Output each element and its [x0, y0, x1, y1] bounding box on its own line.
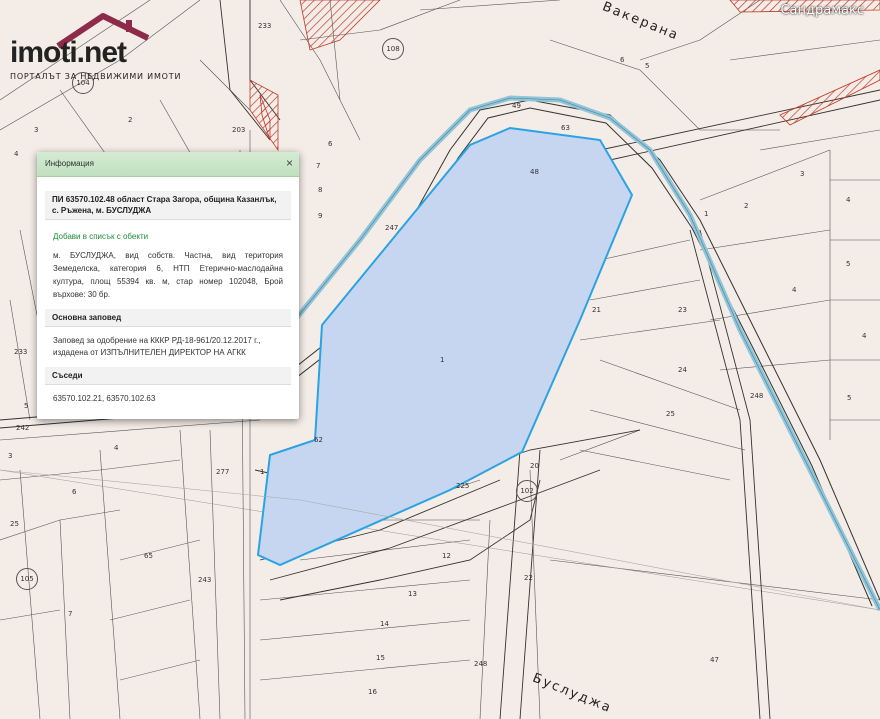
parcel-label: 4 — [14, 150, 19, 158]
close-icon[interactable]: × — [286, 156, 293, 170]
parcel-label: 225 — [456, 482, 470, 490]
parcel-label: 247 — [385, 224, 399, 232]
parcel-description: м. БУСЛУДЖА, вид собств. Частна, вид тер… — [53, 251, 283, 299]
parcel-label: 22 — [524, 574, 533, 582]
parcel-label: 6 — [72, 488, 77, 496]
circled-label: 102 — [516, 480, 538, 502]
parcel-label: 233 — [258, 22, 272, 30]
parcel-label: 62 — [314, 436, 323, 444]
parcel-label: 248 — [750, 392, 764, 400]
parcel-label: 7 — [68, 610, 73, 618]
watermark: Сандрамакс — [780, 3, 864, 18]
info-panel-title: Информация — [45, 159, 94, 168]
parcel-label: 3 — [8, 452, 13, 460]
parcel-label: 233 — [14, 348, 28, 356]
circled-label: 108 — [382, 38, 404, 60]
parcel-label: 5 — [846, 260, 851, 268]
parcel-title: ПИ 63570.102.48 област Стара Загора, общ… — [45, 191, 291, 220]
parcel-label: 3 — [800, 170, 805, 178]
info-panel-body: ПИ 63570.102.48 област Стара Загора, общ… — [37, 177, 299, 405]
parcel-label: 4 — [114, 444, 119, 452]
parcel-label: 9 — [318, 212, 323, 220]
parcel-label: 242 — [16, 424, 30, 432]
parcel-label: 4 — [862, 332, 867, 340]
parcel-label: 5 — [645, 62, 650, 70]
parcel-label: 277 — [216, 468, 230, 476]
parcel-label: 5 — [24, 402, 29, 410]
parcel-label: 4 — [846, 196, 851, 204]
circled-label: 105 — [16, 568, 38, 590]
parcel-label: 2 — [744, 202, 749, 210]
parcel-label: 6 — [620, 56, 625, 64]
parcel-label: 14 — [380, 620, 389, 628]
parcel-label: 21 — [592, 306, 601, 314]
add-to-list-link[interactable]: Добави в списък с обекти — [53, 232, 291, 241]
parcel-label: 25 — [10, 520, 19, 528]
parcel-label: 8 — [318, 186, 323, 194]
parcel-label: 48 — [530, 168, 539, 176]
parcel-label: 24 — [678, 366, 687, 374]
parcel-label: 248 — [474, 660, 488, 668]
info-panel: Информация × ПИ 63570.102.48 област Стар… — [37, 152, 299, 419]
parcel-label: 7 — [316, 162, 321, 170]
parcel-label: 23 — [678, 306, 687, 314]
parcel-label: 1 — [440, 356, 445, 364]
parcel-label: 5 — [847, 394, 852, 402]
parcel-label: 6 — [328, 140, 333, 148]
parcel-label: 3 — [34, 126, 39, 134]
parcel-label: 2 — [128, 116, 133, 124]
logo-wordmark: imoti.net — [10, 36, 127, 69]
parcel-label: 243 — [198, 576, 212, 584]
parcel-label: 20 — [530, 462, 539, 470]
parcel-label: 25 — [666, 410, 675, 418]
neighbors-heading: Съседи — [45, 367, 291, 385]
parcel-label: 16 — [368, 688, 377, 696]
parcel-label: 1 — [260, 468, 265, 476]
imoti-logo[interactable]: imoti.net ПОРТАЛЪТ ЗА НЕДВИЖИМИ ИМОТИ — [8, 10, 180, 85]
order-heading: Основна заповед — [45, 309, 291, 327]
parcel-label: 47 — [710, 656, 719, 664]
parcel-label: 65 — [144, 552, 153, 560]
parcel-label: 1 — [704, 210, 709, 218]
order-text: Заповед за одобрение на КККР РД-18-961/2… — [53, 336, 261, 357]
logo-tagline: ПОРТАЛЪТ ЗА НЕДВИЖИМИ ИМОТИ — [10, 72, 182, 81]
parcel-label: 4 — [792, 286, 797, 294]
parcel-label: 203 — [232, 126, 246, 134]
parcel-label: 63 — [561, 124, 570, 132]
info-panel-header: Информация × — [37, 152, 299, 177]
parcel-label: 12 — [442, 552, 451, 560]
neighbors-list[interactable]: 63570.102.21, 63570.102.63 — [53, 393, 283, 405]
parcel-label: 13 — [408, 590, 417, 598]
parcel-label: 15 — [376, 654, 385, 662]
parcel-label: 49 — [512, 102, 521, 110]
